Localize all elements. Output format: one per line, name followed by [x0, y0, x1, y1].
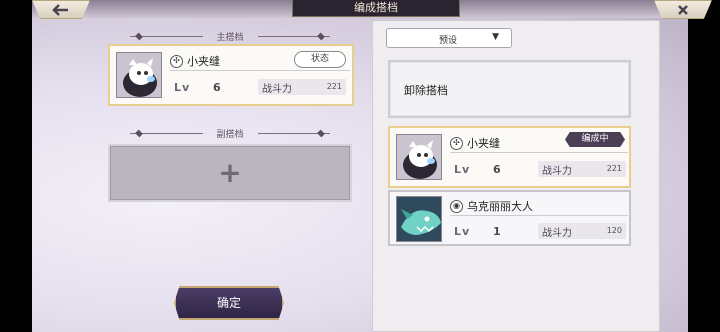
- main-partner-card[interactable]: ✣ 小夹缝 状态 Lv 6 战斗力 221: [108, 44, 354, 106]
- main-partner-label: 主搭档: [216, 32, 244, 43]
- preset-dropdown[interactable]: 预设 ▼: [386, 28, 512, 48]
- creature-portrait-icon: [117, 53, 161, 97]
- unassign-partner-button[interactable]: 卸除搭档: [388, 60, 631, 118]
- partner-name: 小夹缝: [467, 137, 500, 150]
- unassign-label: 卸除搭档: [404, 84, 448, 97]
- power-box: 战斗力 221: [538, 161, 626, 177]
- divider: [257, 132, 331, 134]
- page-title: 编成搭档: [292, 0, 460, 17]
- main-partner-name: 小夹缝: [187, 55, 220, 68]
- main-partner-header: 主搭档: [130, 30, 331, 43]
- partner-list-item[interactable]: ◉ 乌克丽丽大人 Lv 1 战斗力 120: [388, 190, 631, 246]
- divider: [130, 35, 203, 37]
- power-value: 221: [606, 164, 622, 173]
- power-box: 战斗力 221: [258, 79, 346, 95]
- lv-label: Lv: [454, 225, 471, 238]
- divider: [450, 152, 628, 153]
- arrow-left-icon: [52, 3, 68, 16]
- creature-portrait-icon: [397, 135, 441, 179]
- close-button[interactable]: [654, 0, 712, 19]
- partner-portrait: [396, 134, 442, 180]
- divider: [130, 132, 203, 134]
- game-screen: 编成搭档 主搭档 ✣ 小夹缝 状态 Lv 6 战斗力 221 副搭档 + 确定 …: [32, 0, 688, 332]
- level-value: 6: [493, 163, 501, 176]
- confirm-button[interactable]: 确定: [174, 286, 284, 320]
- add-sub-partner-slot[interactable]: +: [108, 144, 352, 202]
- partner-name: 乌克丽丽大人: [467, 200, 533, 213]
- sub-partner-label: 副搭档: [216, 129, 244, 140]
- partner-list-item[interactable]: ✣ 小夹缝 编成中 Lv 6 战斗力 221: [388, 126, 631, 188]
- power-label: 战斗力: [262, 84, 292, 95]
- left-letterbox: [0, 0, 32, 332]
- partner-portrait: [396, 196, 442, 242]
- eye-icon: ◉: [450, 200, 463, 213]
- sub-partner-header: 副搭档: [130, 127, 331, 140]
- lv-label: Lv: [454, 163, 471, 176]
- editing-badge: 编成中: [565, 132, 625, 147]
- power-value: 221: [326, 82, 342, 91]
- divider: [450, 215, 628, 216]
- power-box: 战斗力 120: [538, 223, 626, 239]
- divider: [257, 35, 331, 37]
- power-label: 战斗力: [542, 228, 572, 239]
- fish-creature-portrait-icon: [397, 197, 441, 241]
- element-icon: ✣: [450, 137, 463, 150]
- divider: [170, 70, 350, 71]
- preset-label: 预设: [439, 36, 458, 46]
- status-button[interactable]: 状态: [294, 51, 346, 68]
- main-partner-portrait: [116, 52, 162, 98]
- plus-icon: +: [218, 156, 242, 189]
- power-value: 120: [606, 226, 622, 235]
- back-button[interactable]: [32, 0, 90, 19]
- level-value: 6: [213, 81, 221, 94]
- chevron-down-icon: ▼: [492, 32, 499, 42]
- element-icon: ✣: [170, 55, 183, 68]
- close-icon: [678, 4, 688, 15]
- right-letterbox: [688, 0, 720, 332]
- lv-label: Lv: [174, 81, 191, 94]
- level-value: 1: [493, 225, 501, 238]
- power-label: 战斗力: [542, 166, 572, 177]
